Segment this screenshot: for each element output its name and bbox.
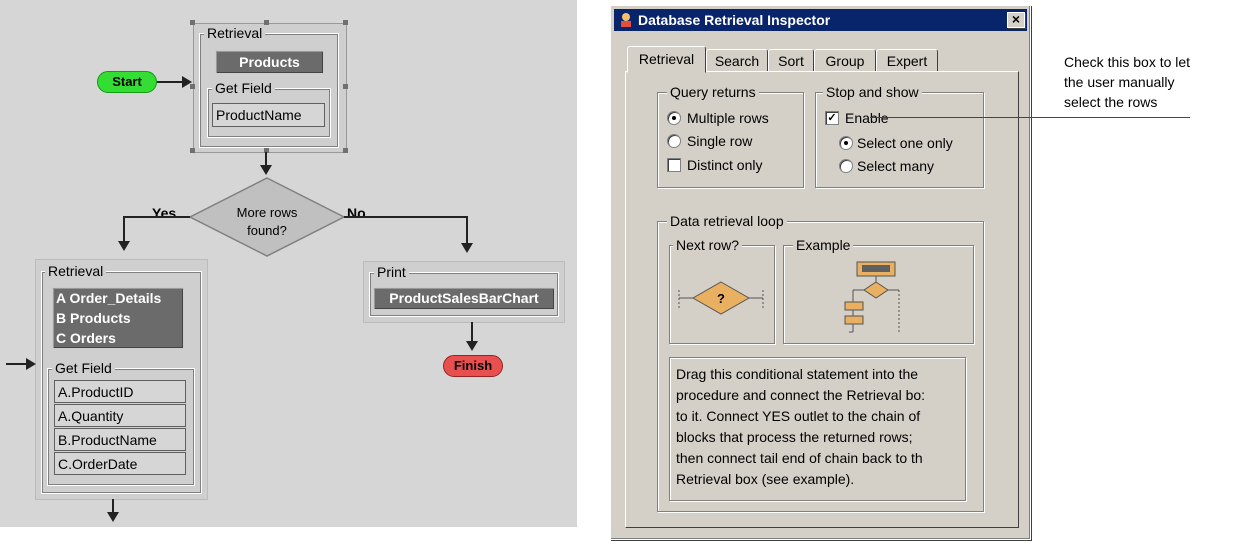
selection-handle[interactable]	[190, 148, 195, 153]
connector-line	[466, 216, 468, 244]
multiple-rows-radio[interactable]	[667, 111, 681, 125]
callout-text: Check this box to let the user manually …	[1064, 52, 1190, 112]
app-icon	[621, 13, 631, 27]
table-item[interactable]: B Products	[56, 308, 183, 328]
retrieval-title: Retrieval	[45, 263, 107, 279]
tab-label: Group	[825, 53, 865, 69]
connector-line	[123, 216, 190, 218]
start-label: Start	[112, 74, 142, 89]
close-button[interactable]: ×	[1007, 12, 1025, 28]
print-target[interactable]: ProductSalesBarChart	[373, 287, 555, 310]
tab-label: Search	[714, 53, 760, 69]
connector-line	[265, 152, 267, 166]
distinct-only-checkbox[interactable]	[667, 158, 681, 172]
arrowhead-icon	[107, 512, 119, 522]
callout-line-text: Check this box to let	[1064, 54, 1191, 70]
no-label: No	[347, 205, 366, 221]
field-productname[interactable]: ProductName	[212, 103, 325, 127]
getfield-title: Get Field	[212, 80, 275, 96]
tab-search[interactable]: Search	[706, 49, 768, 72]
table-item[interactable]: C Orders	[56, 328, 183, 348]
select-one-only-radio[interactable]	[839, 136, 853, 150]
decision-text-line: found?	[247, 223, 287, 238]
flowchart-canvas[interactable]: Start Retrieval Products Get Field Produ…	[0, 0, 577, 527]
connector-line	[471, 322, 473, 342]
connector-line	[344, 216, 468, 218]
dialog-title: Database Retrieval Inspector	[638, 12, 831, 28]
selection-handle[interactable]	[190, 20, 195, 25]
tab-expert[interactable]: Expert	[876, 49, 938, 72]
callout-line-text: select the rows	[1064, 94, 1158, 110]
retrieval-title: Retrieval	[204, 25, 266, 41]
field-item[interactable]: C.OrderDate	[54, 452, 186, 475]
tab-group[interactable]: Group	[814, 49, 876, 72]
example-flow-icon	[844, 261, 900, 334]
tab-label: Expert	[886, 53, 928, 69]
description-line: blocks that process the returned rows;	[676, 429, 913, 445]
selection-handle[interactable]	[264, 20, 269, 25]
next-row-title: Next row?	[673, 237, 743, 253]
query-returns-title: Query returns	[667, 84, 759, 100]
distinct-only-label: Distinct only	[687, 157, 763, 173]
print-title: Print	[374, 264, 409, 280]
connector-line	[123, 216, 125, 242]
description-line: procedure and connect the Retrieval bo:	[676, 387, 926, 403]
description-line: Drag this conditional statement into the	[676, 366, 919, 382]
select-many-label: Select many	[857, 158, 935, 174]
arrowhead-icon	[461, 243, 473, 253]
field-item[interactable]: A.Quantity	[54, 404, 186, 427]
retrieval-block-orders[interactable]: Retrieval A Order_Details B Products C O…	[35, 259, 208, 500]
finish-node[interactable]: Finish	[443, 355, 503, 377]
close-icon: ×	[1011, 11, 1021, 27]
finish-label: Finish	[453, 358, 493, 373]
decision-text: More rows found?	[212, 204, 322, 240]
field-item[interactable]: B.ProductName	[54, 428, 186, 451]
selection-handle[interactable]	[343, 148, 348, 153]
loop-description: Drag this conditional statement into the…	[669, 357, 966, 501]
enable-checkbox[interactable]: ✓	[825, 111, 839, 125]
description-line: then connect tail end of chain back to t…	[676, 450, 923, 466]
single-row-radio[interactable]	[667, 134, 681, 148]
callout-line-text: the user manually	[1064, 74, 1175, 90]
dialog-titlebar[interactable]: Database Retrieval Inspector ×	[614, 9, 1027, 31]
tab-label: Retrieval	[638, 51, 695, 67]
description-line: Retrieval box (see example).	[676, 471, 855, 487]
multiple-rows-label: Multiple rows	[687, 110, 769, 126]
selection-handle[interactable]	[343, 20, 348, 25]
arrowhead-icon	[26, 358, 36, 370]
table-item[interactable]: A Order_Details	[56, 288, 183, 308]
connector-line	[112, 499, 114, 513]
stop-and-show-title: Stop and show	[823, 84, 922, 100]
enable-label: Enable	[845, 110, 889, 126]
start-node[interactable]: Start	[97, 71, 157, 93]
tab-label: Sort	[778, 53, 804, 69]
retrieval-block-products[interactable]: Retrieval Products Get Field ProductName	[193, 23, 347, 153]
print-block[interactable]: Print ProductSalesBarChart	[363, 261, 565, 323]
data-retrieval-loop-title: Data retrieval loop	[667, 213, 787, 229]
selection-handle[interactable]	[343, 84, 348, 89]
tab-sort[interactable]: Sort	[768, 49, 814, 72]
callout-line	[870, 117, 1190, 118]
yes-label: Yes	[152, 205, 177, 221]
database-retrieval-inspector-dialog: Database Retrieval Inspector × Retrieval…	[610, 5, 1031, 540]
getfield-title: Get Field	[52, 360, 115, 376]
arrowhead-icon	[466, 341, 478, 351]
description-line: to it. Connect YES outlet to the chain o…	[676, 408, 921, 424]
arrowhead-icon	[118, 241, 130, 251]
field-item[interactable]: A.ProductID	[54, 380, 186, 403]
selection-handle[interactable]	[190, 84, 195, 89]
next-row-diamond-icon[interactable]: ?	[677, 278, 765, 322]
svg-text:?: ?	[717, 291, 725, 306]
example-title: Example	[793, 237, 854, 253]
table-products[interactable]: Products	[215, 50, 324, 74]
select-one-only-label: Select one only	[857, 135, 953, 151]
select-many-radio[interactable]	[839, 159, 853, 173]
table-list[interactable]: A Order_Details B Products C Orders	[52, 287, 184, 349]
arrowhead-icon	[260, 165, 272, 175]
tab-retrieval[interactable]: Retrieval	[627, 46, 706, 73]
connector-line	[6, 363, 28, 365]
decision-text-line: More rows	[236, 205, 298, 220]
single-row-label: Single row	[687, 133, 753, 149]
